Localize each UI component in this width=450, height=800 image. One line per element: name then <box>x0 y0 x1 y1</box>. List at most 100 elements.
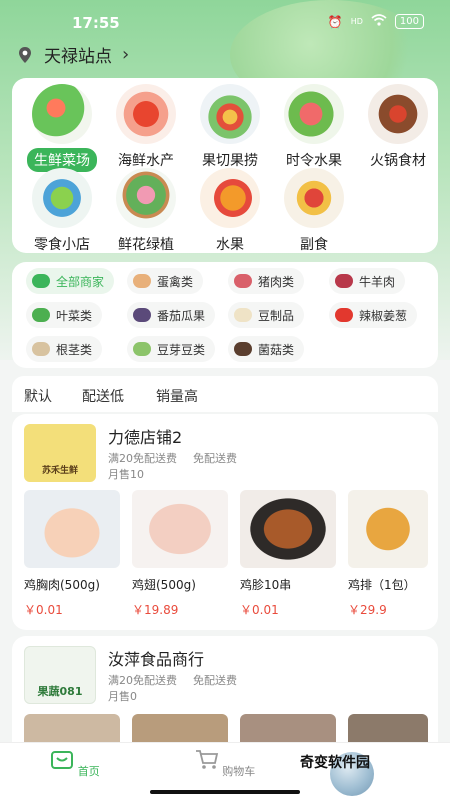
category-seasonal-fruit[interactable]: 时令水果 <box>274 84 354 172</box>
tab-cart[interactable]: 购物车 <box>180 749 270 779</box>
tab-cart-label: 购物车 <box>222 765 256 778</box>
product-card[interactable]: 鸡胸肉(500g) ￥0.01 <box>24 490 120 618</box>
shop-delivery-info: 满20免配送费 免配送费 <box>108 450 253 466</box>
product-name: 鸡胸肉(500g) <box>24 578 100 592</box>
status-time: 17:55 <box>72 14 120 32</box>
product-price: ￥29.9 <box>348 603 387 617</box>
category-image <box>200 84 260 144</box>
tag-pork[interactable]: 猪肉类 <box>228 268 305 294</box>
category-image <box>32 84 92 144</box>
category-hotpot[interactable]: 火锅食材 <box>358 84 438 172</box>
sprout-icon <box>133 342 151 356</box>
category-seafood[interactable]: 海鲜水产 <box>106 84 186 172</box>
tag-label: 根茎类 <box>56 342 93 357</box>
product-card[interactable] <box>240 714 336 744</box>
watermark-text: 奇变软件园 <box>300 755 370 771</box>
shop-monthly-sales: 月售10 <box>108 468 144 481</box>
product-card[interactable]: 鸡排（1包） ￥29.9 <box>348 490 428 618</box>
mushroom-icon <box>234 342 252 356</box>
tag-all-merchants[interactable]: 全部商家 <box>26 268 115 294</box>
location-name: 天禄站点 <box>44 47 112 67</box>
cart-icon <box>195 750 218 769</box>
product-image <box>348 490 428 568</box>
product-price: ￥0.01 <box>240 603 279 617</box>
sort-bar: 默认 配送低 销量高 <box>12 376 438 412</box>
product-price: ￥19.89 <box>132 603 179 617</box>
shop-delivery-fee: 免配送费 <box>193 452 237 465</box>
product-name: 鸡排（1包） <box>348 578 416 592</box>
product-image <box>348 714 428 744</box>
product-card[interactable] <box>348 714 428 744</box>
category-fresh-veg[interactable]: 生鲜菜场 <box>22 84 102 172</box>
tag-leafy-veg[interactable]: 叶菜类 <box>26 302 103 328</box>
merchant-filter-tags: 全部商家 蛋禽类 猪肉类 牛羊肉 叶菜类 番茄瓜果 豆制品 辣椒姜葱 根茎类 豆… <box>12 262 438 368</box>
category-grid: 生鲜菜场 海鲜水产 果切果捞 时令水果 火锅食材 零食小店 鲜花绿植 水果 副食 <box>12 78 438 253</box>
signal-label: HD <box>350 17 363 26</box>
egg-icon <box>133 274 151 288</box>
sort-default[interactable]: 默认 <box>24 386 52 406</box>
category-fruit-cut[interactable]: 果切果捞 <box>190 84 270 172</box>
tag-eggs-poultry[interactable]: 蛋禽类 <box>127 268 204 294</box>
tag-label: 豆制品 <box>258 308 295 323</box>
status-icons: ⏰ HD 100 <box>328 14 424 29</box>
tag-mushrooms[interactable]: 菌菇类 <box>228 336 305 362</box>
shop-delivery-info: 满20免配送费 免配送费 <box>108 672 253 688</box>
tab-home[interactable]: 首页 <box>30 749 120 779</box>
category-flowers[interactable]: 鲜花绿植 <box>106 168 186 256</box>
product-image <box>24 490 120 568</box>
tag-label: 叶菜类 <box>56 308 93 323</box>
home-indicator <box>150 790 300 794</box>
category-image <box>116 84 176 144</box>
shop-name: 汝萍食品商行 <box>108 650 205 669</box>
product-card[interactable]: 鸡翅(500g) ￥19.89 <box>132 490 228 618</box>
tag-sprouts-beans[interactable]: 豆芽豆类 <box>127 336 216 362</box>
product-image <box>132 714 228 744</box>
sort-sales-high[interactable]: 销量高 <box>156 386 198 406</box>
tag-label: 辣椒姜葱 <box>359 308 408 323</box>
product-image <box>240 490 336 568</box>
category-image <box>200 168 260 228</box>
leaf-icon <box>32 308 50 322</box>
tag-label: 牛羊肉 <box>359 274 396 289</box>
shop-min-order: 满20免配送费 <box>108 452 177 465</box>
location-pin-icon <box>19 46 31 63</box>
product-card[interactable] <box>132 714 228 744</box>
root-icon <box>32 342 50 356</box>
product-card[interactable]: 鸡胗10串 ￥0.01 <box>240 490 336 618</box>
shop-logo-text: 苏禾生鲜 <box>41 466 78 476</box>
category-image <box>284 84 344 144</box>
category-image <box>32 168 92 228</box>
category-label: 火锅食材 <box>370 153 426 169</box>
category-image <box>284 168 344 228</box>
tag-label: 番茄瓜果 <box>157 308 206 323</box>
shop-card[interactable]: 果蔬081 汝萍食品商行 满20免配送费 免配送费 月售0 <box>12 636 438 756</box>
tag-tomato-melon[interactable]: 番茄瓜果 <box>127 302 216 328</box>
tofu-icon <box>234 308 252 322</box>
product-price: ￥0.01 <box>24 603 63 617</box>
shop-card[interactable]: 苏禾生鲜 力德店铺2 满20免配送费 免配送费 月售10 鸡胸肉(500g) ￥0… <box>12 414 438 630</box>
tag-beef-lamb[interactable]: 牛羊肉 <box>329 268 406 294</box>
tag-root-veg[interactable]: 根茎类 <box>26 336 103 362</box>
location-selector[interactable]: 天禄站点 › <box>16 42 129 67</box>
sort-delivery-low[interactable]: 配送低 <box>82 386 124 406</box>
shop-name: 力德店铺2 <box>108 428 183 447</box>
tag-chili-ginger[interactable]: 辣椒姜葱 <box>329 302 418 328</box>
product-name: 鸡翅(500g) <box>132 578 196 592</box>
beef-icon <box>335 274 353 288</box>
tag-label: 全部商家 <box>56 274 105 289</box>
category-fruit[interactable]: 水果 <box>190 168 270 256</box>
shop-logo-text: 果蔬081 <box>37 685 83 698</box>
pork-icon <box>234 274 252 288</box>
category-snacks[interactable]: 零食小店 <box>22 168 102 256</box>
shop-monthly-sales: 月售0 <box>108 690 137 703</box>
chili-icon <box>335 308 353 322</box>
tag-label: 猪肉类 <box>258 274 295 289</box>
shop-delivery-fee: 免配送费 <box>193 674 237 687</box>
category-groceries[interactable]: 副食 <box>274 168 354 256</box>
tag-tofu[interactable]: 豆制品 <box>228 302 305 328</box>
shop-logo: 苏禾生鲜 <box>24 424 96 482</box>
product-image <box>24 714 120 744</box>
product-name: 鸡胗10串 <box>240 578 292 592</box>
store-icon <box>32 274 50 288</box>
product-card[interactable] <box>24 714 120 744</box>
